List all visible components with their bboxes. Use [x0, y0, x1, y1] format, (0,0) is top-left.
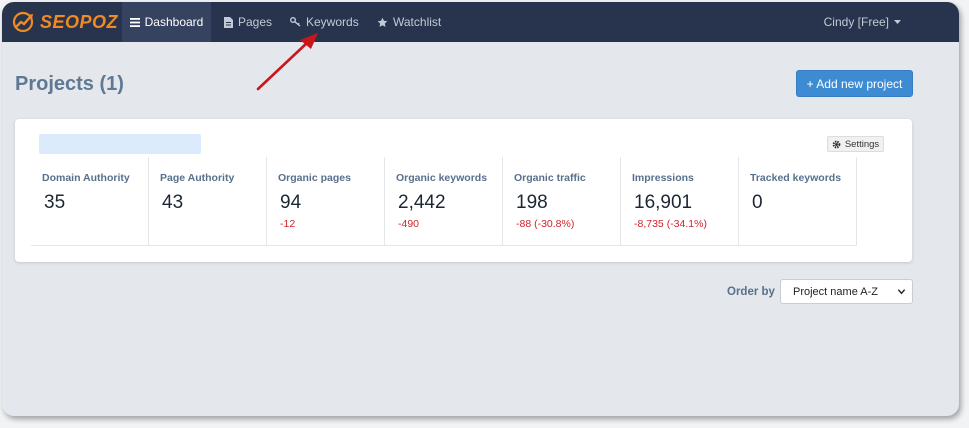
order-by-select[interactable]: Project name A-Z: [780, 279, 913, 304]
metric-organic-pages: Organic pages 94 -12: [267, 157, 385, 245]
nav-dashboard-label: Dashboard: [144, 15, 204, 29]
app-window: SEOPOZ Dashboard Pages Keywords Watchlis…: [2, 2, 959, 416]
metric-change: -88 (-30.8%): [516, 218, 575, 230]
metric-value: 2,442: [398, 192, 446, 213]
nav-pages[interactable]: Pages: [224, 2, 272, 42]
nav-watchlist-label: Watchlist: [393, 15, 442, 29]
metric-label: Page Authority: [160, 172, 235, 184]
star-icon: [377, 17, 388, 27]
metric-value: 43: [162, 192, 184, 213]
user-name: Cindy [Free]: [823, 15, 889, 29]
metric-domain-authority: Domain Authority 35: [31, 157, 149, 245]
gear-icon: [832, 140, 841, 148]
brand-name: SEOPOZ: [40, 11, 119, 32]
key-icon: [290, 17, 301, 27]
metric-page-authority: Page Authority 43: [149, 157, 267, 245]
chevron-down-icon: [897, 289, 906, 295]
metric-value: 16,901: [634, 192, 693, 213]
metric-value: 94: [280, 192, 302, 213]
nav-dashboard[interactable]: Dashboard: [122, 2, 211, 42]
metric-label: Impressions: [632, 172, 694, 184]
document-icon: [224, 16, 233, 28]
logo-icon: [12, 11, 34, 33]
metric-organic-keywords: Organic keywords 2,442 -490: [385, 157, 503, 245]
user-menu[interactable]: Cindy [Free]: [824, 2, 901, 42]
order-by-selected-value: Project name A-Z: [793, 285, 878, 298]
metric-tracked-keywords: Tracked keywords 0: [739, 157, 857, 245]
add-new-project-label: + Add new project: [806, 76, 903, 91]
metric-label: Tracked keywords: [750, 172, 842, 184]
metric-value: 35: [44, 192, 66, 213]
metric-label: Organic pages: [278, 172, 351, 184]
metric-organic-traffic: Organic traffic 198 -88 (-30.8%): [503, 157, 621, 245]
metric-label: Organic keywords: [396, 172, 488, 184]
add-new-project-button[interactable]: + Add new project: [796, 70, 913, 97]
caret-down-icon: [894, 20, 901, 24]
metric-label: Domain Authority: [42, 172, 130, 184]
metric-change: -12: [280, 218, 296, 230]
brand-logo[interactable]: SEOPOZ: [12, 9, 118, 35]
metric-label: Organic traffic: [514, 172, 586, 184]
metric-value: 198: [516, 192, 548, 213]
settings-button[interactable]: Settings: [827, 136, 884, 152]
metric-change: -8,735 (-34.1%): [634, 218, 707, 230]
metric-impressions: Impressions 16,901 -8,735 (-34.1%): [621, 157, 739, 245]
nav-keywords-label: Keywords: [306, 15, 359, 29]
metric-value: 0: [752, 192, 763, 213]
metrics-row: Domain Authority 35 Page Authority 43 Or…: [31, 157, 857, 246]
page-title: Projects (1): [15, 73, 124, 95]
nav-pages-label: Pages: [238, 15, 273, 29]
metric-change: -490: [398, 218, 420, 230]
project-card: Settings Domain Authority 35 Page Author…: [15, 119, 912, 262]
project-name-redacted[interactable]: [39, 134, 201, 154]
bars-icon: [129, 17, 140, 27]
nav-keywords[interactable]: Keywords: [290, 2, 359, 42]
order-by-label: Order by: [727, 286, 775, 298]
settings-label: Settings: [844, 138, 880, 150]
top-navbar: SEOPOZ Dashboard Pages Keywords Watchlis…: [2, 2, 959, 42]
nav-watchlist[interactable]: Watchlist: [377, 2, 441, 42]
